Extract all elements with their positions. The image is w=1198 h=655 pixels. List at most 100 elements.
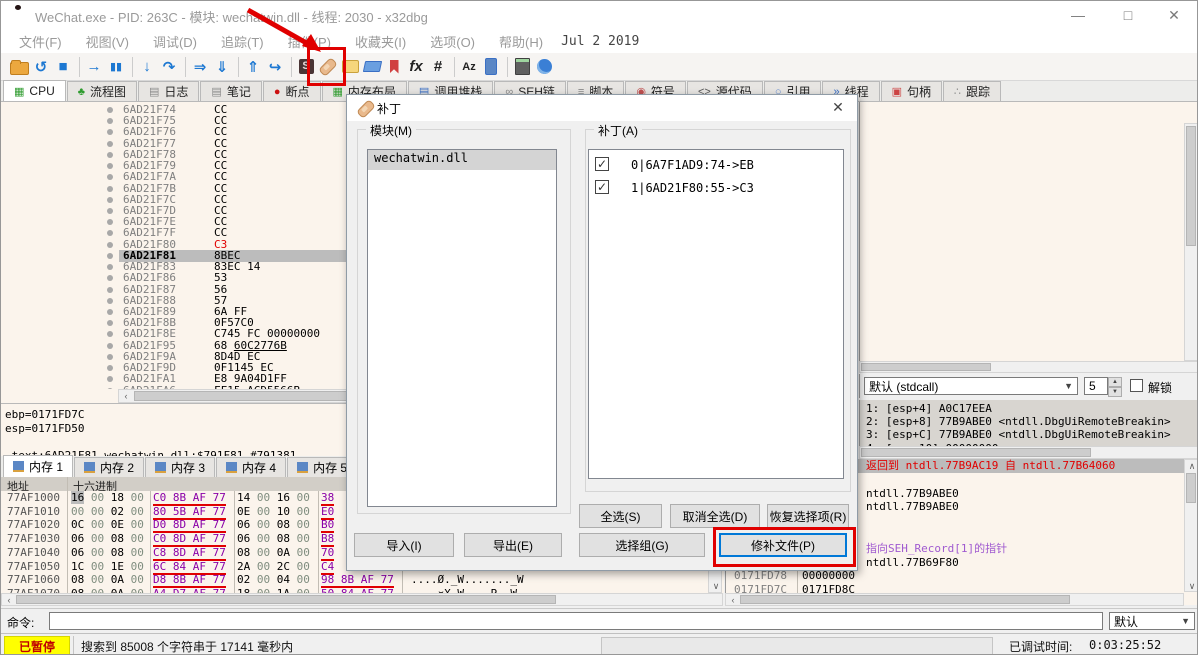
tab-trace[interactable]: ∴ 跟踪 [943, 81, 1002, 101]
maximize-button[interactable]: □ [1113, 5, 1143, 25]
scylla-icon[interactable]: S [296, 56, 316, 78]
step-over-icon[interactable]: ↷ [159, 56, 179, 78]
breakpoint-dot-icon[interactable] [107, 376, 113, 383]
module-list-item[interactable]: wechatwin.dll [368, 150, 556, 170]
breakpoint-dot-icon[interactable] [107, 297, 113, 304]
breakpoint-dot-icon[interactable] [107, 331, 113, 338]
tab-breakpoints[interactable]: ● 断点 [262, 81, 321, 101]
menu-item-8[interactable]: 帮助(H) [487, 32, 555, 51]
handles-icon[interactable] [481, 56, 501, 78]
breakpoint-dot-icon[interactable] [107, 230, 113, 237]
tab-log[interactable]: ▤ 日志 [137, 81, 200, 101]
patches-listbox[interactable]: ✓ 0|6A7F1AD9:74->EB ✓ 1|6AD21F80:55->C3 [588, 149, 844, 479]
breakpoint-dot-icon[interactable] [107, 241, 113, 248]
restart-icon[interactable]: ↺ [31, 56, 51, 78]
dump-hscrollbar[interactable]: ‹ [1, 593, 723, 606]
menu-item-1[interactable]: 文件(F) [7, 32, 74, 51]
menu-item-3[interactable]: 调试(D) [141, 32, 209, 51]
calling-convention-select[interactable]: 默认 (stdcall) ▼ [864, 377, 1078, 395]
registers-hscrollbar[interactable] [859, 361, 1197, 373]
breakpoint-dot-icon[interactable] [107, 219, 113, 226]
arguments-hscrollbar[interactable] [859, 446, 1197, 459]
breakpoint-dot-icon[interactable] [107, 196, 113, 203]
minimize-button[interactable]: — [1063, 5, 1093, 25]
label-icon[interactable] [362, 56, 382, 78]
patch-checkbox[interactable]: ✓ [595, 180, 609, 194]
tab-cpu[interactable]: ▦ CPU [3, 80, 66, 101]
arg-count-spinner-buttons[interactable]: ▲ ▼ [1108, 377, 1122, 397]
calculator-icon[interactable] [512, 56, 532, 78]
close-button[interactable]: ✕ [1159, 5, 1189, 25]
dump-tab[interactable]: 内存 2 [74, 457, 145, 477]
command-input[interactable] [49, 612, 1103, 630]
bookmark-icon[interactable] [384, 56, 404, 78]
execute-till-return-icon[interactable]: ⇒ [190, 56, 210, 78]
dump-tab[interactable]: 内存 3 [145, 457, 216, 477]
strings-icon[interactable]: Az [459, 56, 479, 78]
menu-item-5[interactable]: 插件(P) [276, 32, 343, 51]
patch-checkbox[interactable]: ✓ [595, 157, 609, 171]
patch-icon[interactable] [318, 56, 338, 78]
argument-row[interactable]: 3: [esp+C] 77B9ABE0 <ntdll.DbgUiRemoteBr… [866, 428, 1171, 441]
unlock-checkbox[interactable] [1130, 379, 1143, 392]
dump-tab[interactable]: 内存 4 [216, 457, 287, 477]
hash-icon[interactable]: # [428, 56, 448, 78]
breakpoint-dot-icon[interactable] [107, 140, 113, 147]
breakpoint-dot-icon[interactable] [107, 264, 113, 271]
breakpoint-dot-icon[interactable] [107, 252, 113, 259]
deselect-all-button[interactable]: 取消全选(D) [670, 504, 760, 528]
breakpoint-dot-icon[interactable] [107, 207, 113, 214]
arguments-pane[interactable]: 1: [esp+4] A0C17EEA 2: [esp+8] 77B9ABE0 <… [859, 400, 1197, 446]
breakpoint-dot-icon[interactable] [107, 174, 113, 181]
breakpoint-dot-icon[interactable] [107, 107, 113, 113]
menu-item-4[interactable]: 追踪(T) [209, 32, 276, 51]
dump-row[interactable]: 77AF1060 08 00 0A 00 D8 8B AF 77 02 00 04 0… [1, 573, 724, 589]
stack-hscrollbar[interactable]: ‹ [725, 593, 1184, 606]
breakpoint-dot-icon[interactable] [107, 275, 113, 282]
patch-list-item[interactable]: ✓ 1|6AD21F80:55->C3 [589, 177, 843, 199]
modules-listbox[interactable]: wechatwin.dll [367, 149, 557, 507]
step-into-icon[interactable]: ↓ [137, 56, 157, 78]
comment-icon[interactable] [340, 56, 360, 78]
stack-vscrollbar[interactable]: ∧ ∨ [1184, 459, 1197, 592]
command-profile-select[interactable]: 默认 ▼ [1109, 612, 1195, 630]
menu-item-6[interactable]: 收藏夹(I) [343, 32, 418, 51]
attach-icon[interactable]: ↪ [265, 56, 285, 78]
argument-row[interactable]: 2: [esp+8] 77B9ABE0 <ntdll.DbgUiRemoteBr… [866, 415, 1171, 428]
restore-selection-button[interactable]: 恢复选择项(R) [767, 504, 849, 528]
run-to-user-code-icon[interactable]: ⇓ [212, 56, 232, 78]
breakpoint-dot-icon[interactable] [107, 320, 113, 327]
argument-row[interactable]: 1: [esp+4] A0C17EEA [866, 402, 992, 415]
tab-handles[interactable]: ▣ 句柄 [880, 81, 943, 101]
patch-dialog-titlebar[interactable]: 补丁 ✕ [347, 95, 857, 121]
globe-icon[interactable] [534, 56, 554, 78]
pause-icon[interactable]: ▮▮ [106, 56, 126, 78]
stop-icon[interactable]: ■ [53, 56, 73, 78]
open-file-icon[interactable] [9, 56, 29, 78]
step-out-icon[interactable]: ⇑ [243, 56, 263, 78]
menu-item-2[interactable]: 视图(V) [74, 32, 141, 51]
breakpoint-dot-icon[interactable] [107, 365, 113, 372]
tab-notes[interactable]: ▤ 笔记 [200, 81, 262, 101]
breakpoint-dot-icon[interactable] [107, 129, 113, 136]
breakpoint-dot-icon[interactable] [107, 185, 113, 192]
breakpoint-dot-icon[interactable] [107, 286, 113, 293]
run-icon[interactable]: → [84, 56, 104, 78]
registers-vscrollbar[interactable] [1184, 123, 1197, 361]
patch-file-button[interactable]: 修补文件(P) [719, 533, 847, 557]
select-all-button[interactable]: 全选(S) [579, 504, 662, 528]
tab-graph[interactable]: ♣ 流程图 [66, 81, 137, 101]
import-button[interactable]: 导入(I) [354, 533, 454, 557]
menu-item-7[interactable]: 选项(O) [418, 32, 487, 51]
export-button[interactable]: 导出(E) [464, 533, 562, 557]
dump-tab[interactable]: 内存 1 [3, 455, 74, 477]
breakpoint-dot-icon[interactable] [107, 353, 113, 360]
arg-count-spinner[interactable]: 5 [1084, 377, 1108, 395]
breakpoint-dot-icon[interactable] [107, 342, 113, 349]
function-icon[interactable]: fx [406, 56, 426, 78]
registers-pane[interactable]: EAX01186000EBX00000000ECX77B9ABE0<ntdll.… [859, 102, 1197, 372]
patch-list-item[interactable]: ✓ 0|6A7F1AD9:74->EB [589, 154, 843, 176]
breakpoint-dot-icon[interactable] [107, 118, 113, 125]
breakpoint-dot-icon[interactable] [107, 308, 113, 315]
select-group-button[interactable]: 选择组(G) [579, 533, 705, 557]
